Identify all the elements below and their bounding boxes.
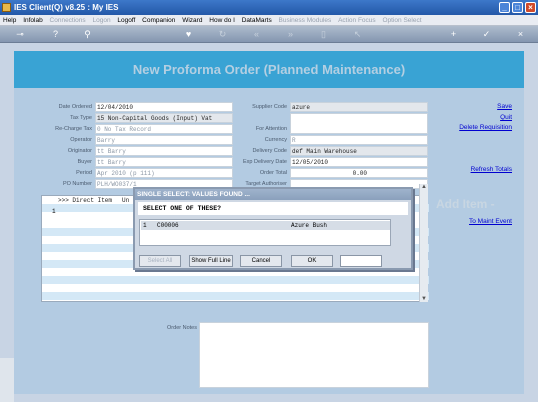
order-total-field: 0.00	[290, 168, 428, 178]
menu-bar: Help Infolab Connections Logon Logoff Co…	[0, 15, 538, 26]
delivery-code-label: Delivery Code	[252, 148, 287, 154]
exp-delivery-date-field[interactable]: 12/05/2010	[290, 157, 428, 167]
key-icon[interactable]: ⊸	[10, 29, 30, 40]
supplier-code-field[interactable]: azure	[290, 102, 428, 112]
recharge-tax-label: Re-Charge Tax	[55, 126, 92, 132]
currency-label: Currency	[264, 137, 287, 143]
cancel-icon[interactable]: ×	[515, 29, 526, 40]
originator-label: Originator	[67, 148, 92, 154]
for-attention-field[interactable]	[290, 113, 428, 134]
period-label: Period	[76, 170, 92, 176]
rewind-icon[interactable]: «	[251, 29, 262, 40]
buyer-label: Buyer	[77, 159, 92, 165]
ok-button[interactable]: OK	[291, 255, 333, 267]
maximize-button[interactable]: □	[512, 2, 523, 13]
grid-scrollbar[interactable]: ▲ ▼	[419, 184, 428, 302]
menu-logoff[interactable]: Logoff	[115, 15, 137, 26]
close-button[interactable]: ×	[525, 2, 536, 13]
minimize-button[interactable]: _	[499, 2, 510, 13]
order-total-label: Order Total	[259, 170, 287, 176]
toolbar: ⊸ ? ⚲ ♥ ↻ « » ▯ ↖ + ✓ ×	[0, 26, 538, 43]
for-attention-label: For Attention	[255, 126, 287, 132]
supplier-code-label: Supplier Code	[252, 104, 287, 110]
dialog-input[interactable]	[340, 255, 382, 267]
menu-datamarts[interactable]: DataMarts	[240, 15, 274, 26]
window-titlebar: IES Client(Q) v8.25 : My IES _ □ ×	[0, 0, 538, 15]
help-icon[interactable]: ?	[50, 29, 61, 40]
menu-option-select[interactable]: Option Select	[380, 15, 423, 26]
menu-business-modules[interactable]: Business Modules	[277, 15, 334, 26]
show-full-line-button[interactable]: Show Full Line	[189, 255, 233, 267]
menu-wizard[interactable]: Wizard	[180, 15, 204, 26]
bookmark-icon[interactable]: ▯	[318, 29, 329, 40]
page-title: New Proforma Order (Planned Maintenance)	[132, 62, 406, 77]
heart-icon[interactable]: ♥	[183, 29, 194, 40]
menu-help[interactable]: Help	[1, 15, 18, 26]
tax-type-field[interactable]: 15 Non-Capital Goods (Input) Vat	[95, 113, 233, 123]
menu-infolab[interactable]: Infolab	[21, 15, 45, 26]
menu-action-focus[interactable]: Action Focus	[336, 15, 378, 26]
list-item-number: 1	[143, 222, 147, 229]
currency-field[interactable]: R	[290, 135, 428, 145]
menu-logon[interactable]: Logon	[90, 15, 112, 26]
add-icon[interactable]: +	[448, 29, 459, 40]
cursor-icon[interactable]: ↖	[352, 29, 363, 40]
list-item-code: C00006	[157, 222, 179, 229]
menu-connections[interactable]: Connections	[48, 15, 88, 26]
app-icon	[2, 3, 11, 12]
dialog-value-list[interactable]: 1 C00006 Azure Bush	[139, 219, 391, 246]
to-maint-event-link[interactable]: To Maint Event	[440, 218, 512, 225]
quit-link[interactable]: Quit	[470, 114, 512, 121]
delete-requisition-link[interactable]: Delete Requisition	[440, 124, 512, 131]
add-item-title: Add Item -	[436, 197, 495, 211]
scroll-down-icon[interactable]: ▼	[421, 296, 427, 302]
order-notes-label: Order Notes	[167, 325, 197, 331]
exp-delivery-date-label: Exp Delivery Date	[242, 159, 287, 165]
dialog-title: SINGLE SELECT: VALUES FOUND ...	[135, 189, 411, 200]
search-icon[interactable]: ⚲	[82, 29, 93, 40]
cancel-button[interactable]: Cancel	[240, 255, 282, 267]
operator-label: Operator	[70, 137, 92, 143]
delivery-code-field[interactable]: def Main Warehouse	[290, 146, 428, 156]
refresh-icon[interactable]: ↻	[217, 29, 228, 40]
menu-companion[interactable]: Companion	[140, 15, 177, 26]
check-icon[interactable]: ✓	[481, 29, 492, 40]
order-notes-field[interactable]	[199, 322, 429, 388]
select-all-button[interactable]: Select All	[139, 255, 181, 267]
list-item-name: Azure Bush	[291, 222, 328, 229]
date-ordered-label: Date Ordered	[58, 104, 92, 110]
list-item[interactable]: 1 C00006 Azure Bush	[141, 221, 390, 230]
grid-row-number: 1	[52, 208, 56, 215]
window-title: IES Client(Q) v8.25 : My IES	[14, 3, 119, 12]
status-strip	[0, 358, 14, 402]
single-select-dialog: SINGLE SELECT: VALUES FOUND ... SELECT O…	[133, 187, 413, 270]
fast-forward-icon[interactable]: »	[285, 29, 296, 40]
refresh-totals-link[interactable]: Refresh Totals	[440, 166, 512, 173]
save-link[interactable]: Save	[470, 103, 512, 110]
scroll-up-icon[interactable]: ▲	[421, 184, 427, 190]
tax-type-label: Tax Type	[70, 115, 92, 121]
dialog-prompt: SELECT ONE OF THESE?	[138, 202, 408, 215]
po-number-label: PO Number	[62, 181, 92, 187]
menu-how-do-i[interactable]: How do I	[207, 15, 237, 26]
